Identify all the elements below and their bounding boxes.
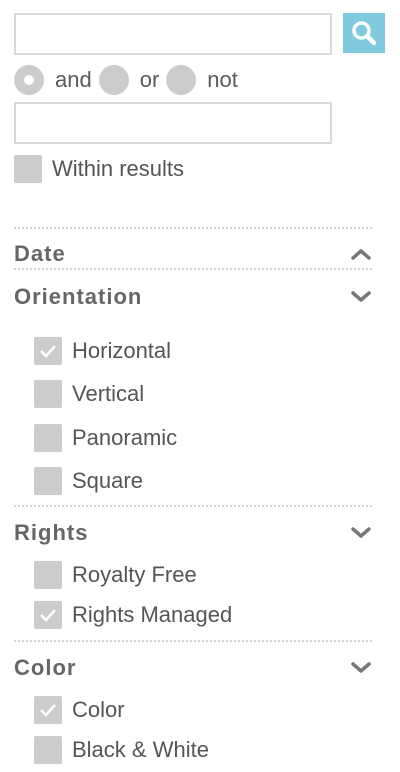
option-royalty-free[interactable]: Royalty Free	[34, 561, 197, 589]
option-label: Royalty Free	[72, 562, 197, 587]
option-rights-managed[interactable]: Rights Managed	[34, 601, 232, 629]
option-label: Panoramic	[72, 425, 178, 450]
section-header-color[interactable]: Color	[14, 655, 372, 681]
checkmark-icon	[40, 345, 56, 358]
search-icon	[352, 21, 377, 46]
divider	[14, 268, 372, 270]
search-button[interactable]	[343, 13, 385, 53]
radio-and[interactable]	[14, 65, 44, 95]
option-color[interactable]: Color	[34, 696, 125, 724]
chevron-down-icon[interactable]	[350, 526, 372, 540]
option-horizontal[interactable]: Horizontal	[34, 337, 171, 365]
radio-not-label: not	[207, 67, 238, 92]
color-checkbox[interactable]	[34, 696, 62, 724]
option-label: Vertical	[72, 381, 145, 406]
panoramic-checkbox[interactable]	[34, 424, 62, 452]
option-square[interactable]: Square	[34, 467, 143, 495]
option-vertical[interactable]: Vertical	[34, 380, 144, 408]
section-header-date[interactable]: Date	[14, 241, 372, 267]
section-header-rights[interactable]: Rights	[14, 520, 372, 546]
section-header-orientation[interactable]: Orientation	[14, 284, 372, 310]
rights-managed-checkbox[interactable]	[34, 601, 62, 629]
section-title-date: Date	[14, 241, 66, 266]
within-results-label: Within results	[52, 156, 185, 181]
divider	[14, 227, 372, 229]
chevron-down-icon[interactable]	[350, 290, 372, 304]
within-results-option[interactable]: Within results	[14, 155, 184, 183]
section-title-color: Color	[14, 655, 77, 680]
radio-or[interactable]	[98, 65, 129, 95]
option-label: Rights Managed	[72, 602, 233, 627]
option-label: Square	[72, 468, 143, 493]
chevron-up-icon[interactable]	[350, 247, 372, 261]
vertical-checkbox[interactable]	[34, 380, 62, 408]
within-results-checkbox[interactable]	[14, 155, 42, 183]
radio-and-label: and	[55, 67, 92, 92]
black-white-checkbox[interactable]	[34, 736, 62, 764]
horizontal-checkbox[interactable]	[34, 337, 62, 365]
section-title-rights: Rights	[14, 520, 89, 545]
section-title-orientation: Orientation	[14, 284, 143, 309]
search-input[interactable]	[14, 13, 332, 55]
checkmark-icon	[40, 704, 56, 717]
option-panoramic[interactable]: Panoramic	[34, 424, 177, 452]
option-label: Horizontal	[72, 338, 172, 363]
divider	[14, 640, 372, 642]
boolean-operator-group: and or not	[14, 64, 245, 96]
square-checkbox[interactable]	[34, 467, 62, 495]
option-label: Black & White	[72, 737, 209, 762]
secondary-search-input[interactable]	[14, 102, 332, 144]
divider	[14, 505, 372, 507]
radio-not[interactable]	[166, 65, 197, 95]
radio-selected-dot	[24, 75, 34, 85]
option-label: Color	[72, 697, 125, 722]
chevron-down-icon[interactable]	[350, 661, 372, 675]
royalty-free-checkbox[interactable]	[34, 561, 62, 589]
checkmark-icon	[40, 609, 56, 622]
radio-or-label: or	[139, 67, 160, 92]
option-black-white[interactable]: Black & White	[34, 736, 209, 764]
